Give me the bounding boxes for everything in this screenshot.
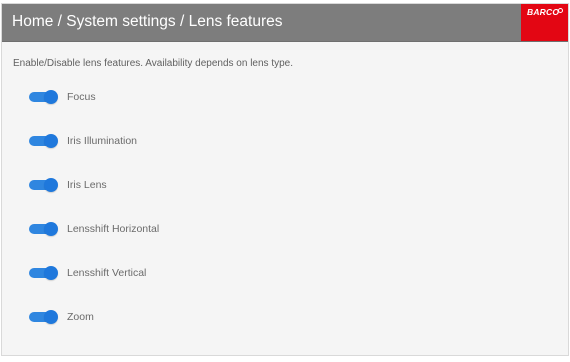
- feature-label: Focus: [67, 91, 96, 103]
- toggle-knob: [44, 134, 58, 148]
- toggle-knob: [44, 222, 58, 236]
- feature-row-iris-lens: Iris Lens: [29, 177, 107, 193]
- feature-row-iris-illumination: Iris Illumination: [29, 133, 137, 149]
- logo-text: BARCO: [527, 7, 560, 17]
- page-description: Enable/Disable lens features. Availabili…: [13, 58, 293, 69]
- barco-logo: BARCO: [521, 4, 568, 41]
- feature-label: Lensshift Vertical: [67, 267, 147, 279]
- feature-label: Zoom: [67, 311, 94, 323]
- iris-lens-toggle[interactable]: [29, 178, 58, 192]
- toggle-knob: [44, 178, 58, 192]
- iris-illumination-toggle[interactable]: [29, 134, 58, 148]
- toggle-knob: [44, 310, 58, 324]
- zoom-toggle[interactable]: [29, 310, 58, 324]
- feature-label: Iris Illumination: [67, 135, 138, 147]
- focus-toggle[interactable]: [29, 90, 58, 104]
- feature-row-zoom: Zoom: [29, 309, 94, 325]
- page-header: Home / System settings / Lens features B…: [2, 4, 568, 42]
- feature-row-lensshift-horizontal: Lensshift Horizontal: [29, 221, 159, 237]
- toggle-knob: [44, 266, 58, 280]
- feature-label: Lensshift Horizontal: [67, 223, 160, 235]
- logo-mark-icon: [558, 8, 563, 13]
- feature-row-lensshift-vertical: Lensshift Vertical: [29, 265, 146, 281]
- lensshift-vertical-toggle[interactable]: [29, 266, 58, 280]
- feature-row-focus: Focus: [29, 89, 96, 105]
- lensshift-horizontal-toggle[interactable]: [29, 222, 58, 236]
- lens-features-panel: Home / System settings / Lens features B…: [1, 3, 569, 356]
- toggle-knob: [44, 90, 58, 104]
- breadcrumb: Home / System settings / Lens features: [12, 13, 283, 30]
- feature-label: Iris Lens: [67, 179, 107, 191]
